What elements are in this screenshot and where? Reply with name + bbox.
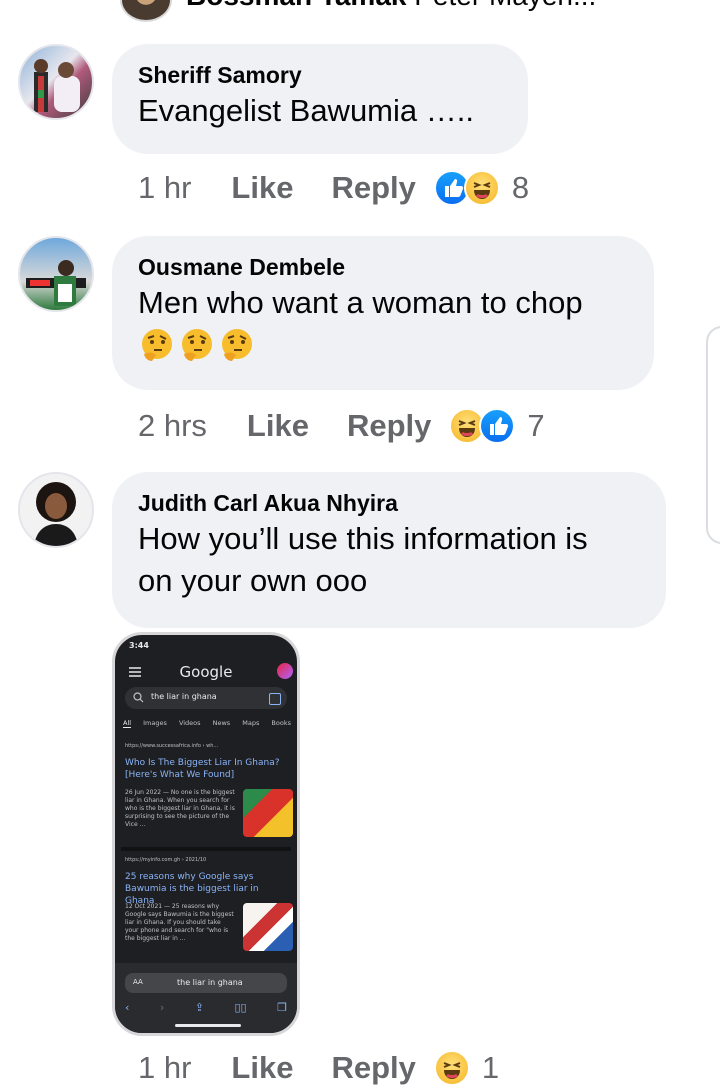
side-card-edge <box>706 326 720 544</box>
tab-maps: Maps <box>242 719 260 727</box>
comment-actions: 1 hr Like Reply 1 <box>138 1048 499 1088</box>
comment-time[interactable]: 2 hrs <box>138 408 207 444</box>
tabs-icon: ❐ <box>277 1001 287 1014</box>
like-reaction-icon <box>479 408 516 444</box>
comment-actions: 1 hr Like Reply 8 <box>138 168 529 208</box>
reaction-count: 8 <box>511 170 530 205</box>
avatar-photo-icon <box>34 482 78 546</box>
commenter-avatar[interactable] <box>120 0 172 22</box>
emoji-row <box>138 326 628 364</box>
comment-author[interactable]: Ousmane Dembele <box>138 252 628 282</box>
comment-text-line-2: on your own ooo <box>138 563 368 598</box>
search-tabs: All Images Videos News Maps Books <box>123 719 291 728</box>
result-divider <box>121 847 291 851</box>
reply-button[interactable]: Reply <box>331 170 415 206</box>
thinking-face-icon <box>142 329 172 361</box>
tab-news: News <box>212 719 231 727</box>
reply-preview[interactable]: Bossman Tamak Peter Mayeh... <box>186 0 676 12</box>
back-icon: ‹ <box>125 1001 130 1014</box>
forward-icon: › <box>159 1001 165 1014</box>
result-thumbnail <box>243 789 293 837</box>
result-title: Who Is The Biggest Liar In Ghana? [Here'… <box>125 758 280 780</box>
reaction-count: 7 <box>527 408 545 443</box>
browser-nav: ‹ › ⇪ ▯▯ ❐ <box>125 1001 287 1014</box>
avatar[interactable] <box>18 472 94 548</box>
home-indicator <box>175 1024 241 1027</box>
reply-author: Bossman Tamak <box>186 0 406 11</box>
thinking-face-icon <box>182 329 212 361</box>
reaction-count: 1 <box>481 1050 500 1085</box>
avatar[interactable] <box>18 236 94 312</box>
reply-button[interactable]: Reply <box>331 1050 415 1086</box>
tab-images: Images <box>143 719 167 727</box>
result-url: https://www.successafrica.info › wh... <box>125 743 219 749</box>
comment-time[interactable]: 1 hr <box>138 1050 191 1086</box>
search-query: the liar in ghana <box>151 692 217 701</box>
like-button[interactable]: Like <box>231 170 293 206</box>
avatar-photo-icon <box>26 260 86 306</box>
like-button[interactable]: Like <box>231 1050 293 1086</box>
browser-bottom-bar: AA the liar in ghana ‹ › ⇪ ▯▯ ❐ <box>115 963 297 1033</box>
google-logo: Google <box>179 663 233 681</box>
tab-all: All <box>123 719 132 728</box>
address-text: the liar in ghana <box>177 978 243 987</box>
result-thumbnail <box>243 903 293 951</box>
comment-bubble[interactable]: Ousmane Dembele Men who want a woman to … <box>112 236 654 390</box>
comment-author[interactable]: Judith Carl Akua Nhyira <box>138 488 640 518</box>
reply-preview-text: Peter Mayeh... <box>414 0 596 11</box>
share-icon: ⇪ <box>194 1001 204 1014</box>
comment-text: Evangelist Bawumia ….. <box>138 93 474 128</box>
comment-bubble[interactable]: Sheriff Samory Evangelist Bawumia ….. <box>112 44 528 154</box>
result-snippet: 12 Oct 2021 — 25 reasons why Google says… <box>125 903 234 942</box>
avatar[interactable] <box>18 44 94 120</box>
tab-videos: Videos <box>178 719 201 727</box>
result-snippet: 26 Jun 2022 — No one is the biggest liar… <box>125 789 235 828</box>
profile-icon <box>277 663 293 679</box>
bookmarks-icon: ▯▯ <box>234 1001 247 1014</box>
comment-bubble[interactable]: Judith Carl Akua Nhyira How you’ll use t… <box>112 472 666 628</box>
search-icon <box>133 692 144 703</box>
comment-text-line-1: How you’ll use this information is <box>138 521 588 556</box>
address-bar: AA the liar in ghana <box>125 973 287 993</box>
reaction-summary[interactable]: 1 <box>433 1050 500 1086</box>
comment-time[interactable]: 1 hr <box>138 170 191 206</box>
search-bar: the liar in ghana <box>125 687 287 709</box>
tab-books: Books <box>271 719 291 727</box>
haha-reaction-icon <box>433 1050 470 1086</box>
lens-icon <box>269 693 281 705</box>
reaction-summary[interactable]: 7 <box>449 408 545 444</box>
comment-author[interactable]: Sheriff Samory <box>138 60 502 90</box>
comment-text: Men who want a woman to chop <box>138 285 583 320</box>
thinking-face-icon <box>222 329 252 361</box>
like-button[interactable]: Like <box>247 408 309 444</box>
result-title: 25 reasons why Google says Bawumia is th… <box>125 872 259 906</box>
attached-screenshot[interactable]: 3:44 Google the liar in ghana All Images… <box>112 632 300 1036</box>
avatar-photo-icon <box>34 59 80 112</box>
result-url: https://myinfo.com.gh › 2021/10 <box>125 857 207 863</box>
comment-actions: 2 hrs Like Reply 7 <box>138 406 545 446</box>
reader-toggle: AA <box>133 978 143 986</box>
haha-reaction-icon <box>463 170 500 206</box>
reply-button[interactable]: Reply <box>347 408 431 444</box>
reaction-summary[interactable]: 8 <box>433 170 530 206</box>
status-time: 3:44 <box>129 641 149 650</box>
